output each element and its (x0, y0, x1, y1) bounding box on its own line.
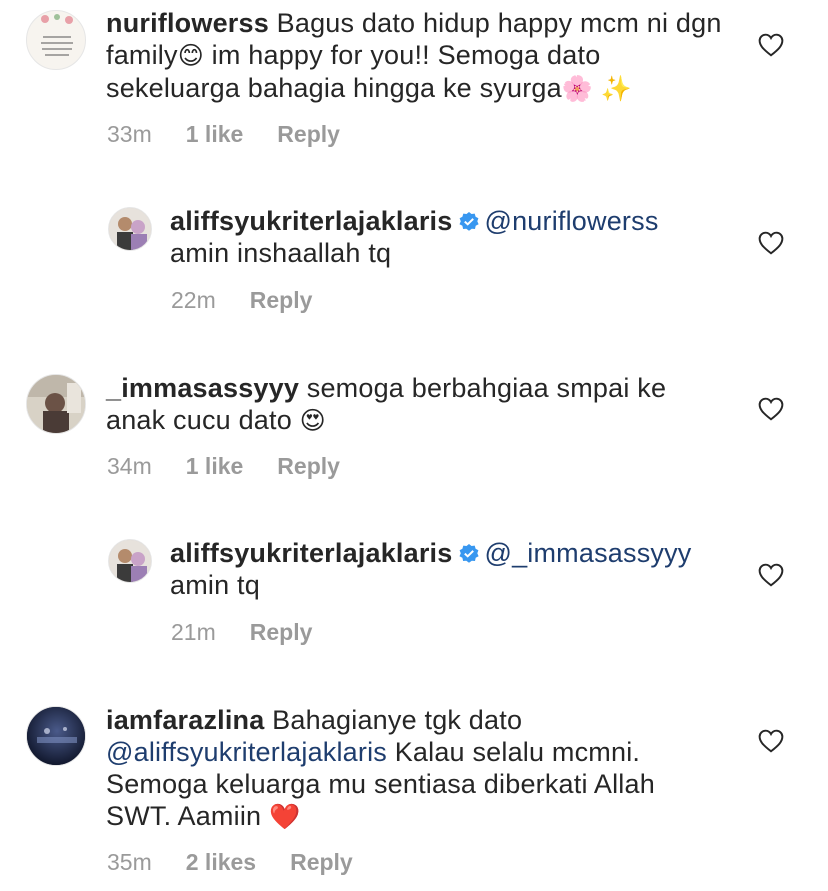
red-heart-emoji-icon: ❤️ (268, 802, 301, 831)
heart-icon[interactable] (758, 231, 784, 255)
avatar[interactable] (108, 539, 152, 583)
reply-text: aliffsyukriterlajaklaris @nuriflowerss am… (170, 205, 730, 269)
reply-username[interactable]: aliffsyukriterlajaklaris (170, 206, 452, 236)
reply-button[interactable]: Reply (250, 287, 313, 314)
avatar[interactable] (26, 706, 86, 766)
avatar-image (41, 14, 73, 56)
comment-username[interactable]: nuriflowerss (106, 8, 269, 38)
heart-eyes-emoji-icon: 😍 (299, 406, 326, 435)
comment-text: nuriflowerss Bagus dato hidup happy mcm … (106, 7, 726, 105)
comment-username[interactable]: iamfarazlina (106, 705, 264, 735)
avatar[interactable] (108, 207, 152, 251)
heart-icon[interactable] (758, 33, 784, 57)
mention-link[interactable]: @_immasassyyy (484, 538, 691, 568)
avatar-image (109, 540, 151, 582)
mention-link[interactable]: @nuriflowerss (484, 206, 658, 236)
reply-button[interactable]: Reply (277, 453, 340, 480)
comment-username[interactable]: _immasassyyy (106, 373, 299, 403)
reply-time: 22m (171, 287, 216, 313)
heart-icon[interactable] (758, 397, 784, 421)
reply-meta: 22m Reply (171, 287, 312, 314)
sparkles-emoji-icon: ✨ (600, 74, 633, 103)
likes-count[interactable]: 1 like (186, 453, 244, 480)
reply-button[interactable]: Reply (290, 849, 353, 876)
heart-icon[interactable] (758, 563, 784, 587)
blossom-emoji-icon: 🌸 (561, 74, 594, 103)
verified-badge-icon (459, 544, 480, 563)
comment-meta: 33m 1 like Reply (107, 121, 340, 148)
reply-button[interactable]: Reply (250, 619, 313, 646)
avatar[interactable] (26, 10, 86, 70)
comment-meta: 35m 2 likes Reply (107, 849, 353, 876)
likes-count[interactable]: 1 like (186, 121, 244, 148)
likes-count[interactable]: 2 likes (186, 849, 256, 876)
comment-text: _immasassyyy semoga berbahgiaa smpai ke … (106, 372, 726, 437)
comment-text: iamfarazlina Bahagianye tgk dato @aliffs… (106, 704, 726, 833)
reply-meta: 21m Reply (171, 619, 312, 646)
reply-body: amin tq (170, 570, 260, 600)
reply-text: aliffsyukriterlajaklaris @_immasassyyy am… (170, 537, 730, 601)
mention-link[interactable]: @aliffsyukriterlajaklaris (106, 737, 387, 767)
avatar-image (27, 707, 85, 765)
avatar-image (109, 208, 151, 250)
verified-badge-icon (459, 212, 480, 231)
comment-time: 35m (107, 849, 152, 875)
reply-body: amin inshaallah tq (170, 238, 392, 268)
comment-body: Bahagianye tgk dato (272, 705, 523, 735)
reply-button[interactable]: Reply (277, 121, 340, 148)
reply-username[interactable]: aliffsyukriterlajaklaris (170, 538, 452, 568)
comment-time: 34m (107, 453, 152, 479)
avatar[interactable] (26, 374, 86, 434)
avatar-image (27, 375, 85, 433)
heart-icon[interactable] (758, 729, 784, 753)
comment-meta: 34m 1 like Reply (107, 453, 340, 480)
comment-time: 33m (107, 121, 152, 147)
reply-time: 21m (171, 619, 216, 645)
smile-emoji-icon: 😊 (177, 41, 204, 70)
